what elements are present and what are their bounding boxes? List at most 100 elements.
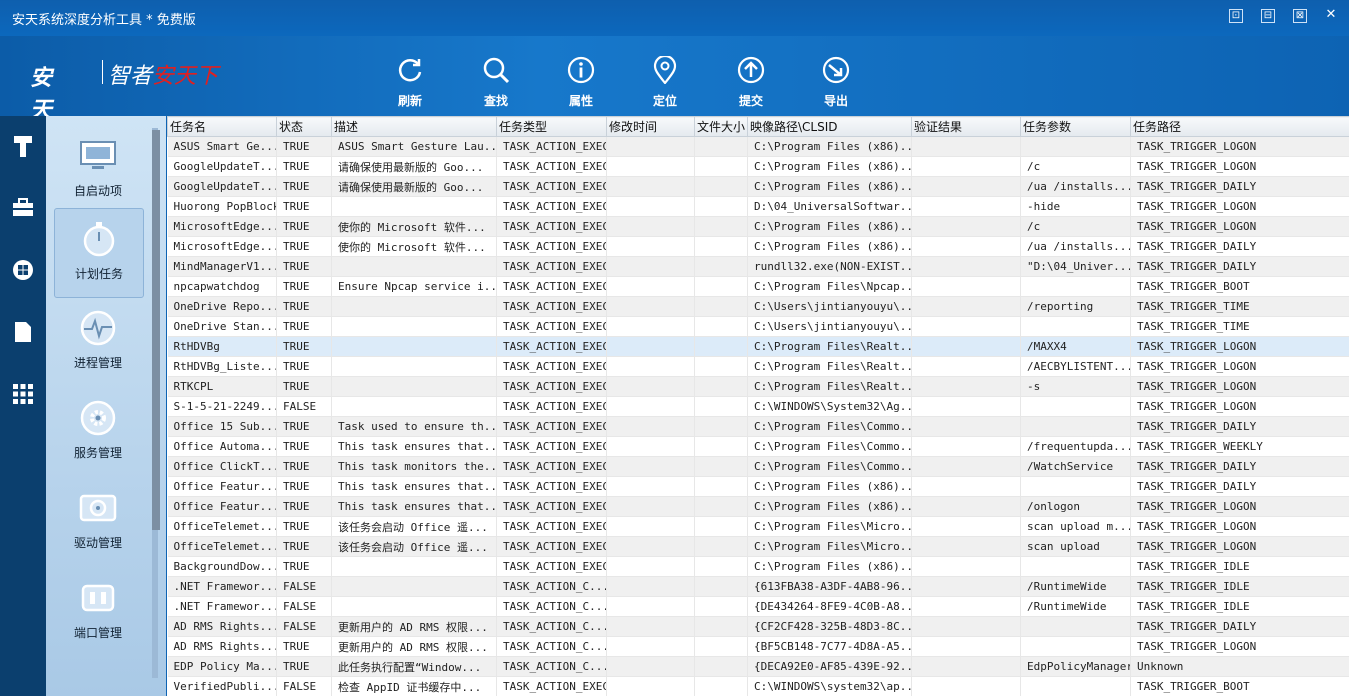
column-header[interactable]: 任务参数 [1020, 116, 1131, 137]
table-row[interactable]: MicrosoftEdge... TRUE 使你的 Microsoft 软件... T… [167, 236, 1349, 257]
grid-icon[interactable] [0, 374, 46, 414]
properties-button[interactable]: 属性 [551, 56, 611, 109]
nav-item-processes[interactable]: 进程管理 [54, 298, 142, 386]
table-cell [606, 516, 695, 537]
table-cell: TASK_ACTION_EXEC [496, 156, 607, 177]
column-header[interactable]: 状态 [276, 116, 332, 137]
menu-button[interactable]: ⊡ [1229, 9, 1243, 23]
nav-item-drivers[interactable]: 驱动管理 [54, 478, 142, 566]
refresh-button[interactable]: 刷新 [380, 56, 440, 109]
table-cell [911, 236, 1021, 257]
toolbox-icon[interactable] [0, 188, 46, 228]
table-cell: TRUE [276, 336, 332, 357]
table-row[interactable]: AD RMS Rights... FALSE 更新用户的 AD RMS 权限... T… [167, 616, 1349, 637]
table-cell [606, 196, 695, 217]
table-cell [911, 216, 1021, 237]
nav-item-ports[interactable]: 端口管理 [54, 568, 142, 656]
table-cell: TASK_TRIGGER_TIME [1130, 296, 1349, 317]
table-cell: TASK_ACTION_EXEC [496, 296, 607, 317]
table-cell: TRUE [276, 196, 332, 217]
nav-item-scheduled-tasks[interactable]: 计划任务 [54, 208, 144, 298]
table-row[interactable]: GoogleUpdateT... TRUE 请确保使用最新版的 Goo... TASK… [167, 176, 1349, 197]
table-cell: C:\Program Files (x86)... [747, 156, 912, 177]
table-row[interactable]: S-1-5-21-2249... FALSE TASK_ACTION_EXEC C:\… [167, 396, 1349, 417]
table-row[interactable]: Office Featur... TRUE This task ensures th… [167, 476, 1349, 497]
hammer-icon[interactable] [0, 126, 46, 166]
table-cell [1020, 556, 1131, 577]
column-header[interactable]: 修改时间 [606, 116, 695, 137]
nav-item-services[interactable]: 服务管理 [54, 388, 142, 476]
maximize-button[interactable]: ⊠ [1293, 9, 1307, 23]
table-row[interactable]: VerifiedPubli... FALSE 检查 AppID 证书缓存中... TA… [167, 676, 1349, 696]
table-cell [606, 216, 695, 237]
column-header[interactable]: 任务路径 [1130, 116, 1349, 137]
table-cell: TASK_ACTION_EXEC [496, 256, 607, 277]
nav-item-autostart[interactable]: 自启动项 [54, 126, 142, 214]
column-header[interactable]: 映像路径\CLSID [747, 116, 912, 137]
locate-button[interactable]: 定位 [635, 54, 695, 109]
table-cell: {BF5CB148-7C77-4D8A-A5... [747, 636, 912, 657]
table-row[interactable]: RTKCPL TRUE TASK_ACTION_EXEC C:\Program Fil… [167, 376, 1349, 397]
table-cell: TRUE [276, 656, 332, 677]
table-row[interactable]: MindManagerV1... TRUE TASK_ACTION_EXEC rund… [167, 256, 1349, 277]
table-cell [694, 296, 748, 317]
table-row[interactable]: Office 15 Sub... TRUE Task used to ensure … [167, 416, 1349, 437]
minimize-button[interactable]: ⊟ [1261, 9, 1275, 23]
table-cell: TASK_ACTION_EXEC [496, 516, 607, 537]
table-cell [911, 636, 1021, 657]
table-row[interactable]: .NET Framewor... FALSE TASK_ACTION_C... {DE… [167, 596, 1349, 617]
submit-button[interactable]: 提交 [721, 56, 781, 109]
table-row[interactable]: .NET Framewor... FALSE TASK_ACTION_C... {61… [167, 576, 1349, 597]
table-row[interactable]: BackgroundDow... TRUE TASK_ACTION_EXEC C:\P… [167, 556, 1349, 577]
table-row[interactable]: Huorong PopBlock TRUE TASK_ACTION_EXEC D:\0… [167, 196, 1349, 217]
table-row[interactable]: OfficeTelemet... TRUE 该任务会启动 Office 遥... TA… [167, 536, 1349, 557]
table-cell: TASK_TRIGGER_DAILY [1130, 256, 1349, 277]
table-cell [694, 596, 748, 617]
table-row[interactable]: Office Automa... TRUE This task ensures th… [167, 436, 1349, 457]
close-button[interactable]: ✕ [1325, 8, 1337, 21]
table-cell [694, 656, 748, 677]
table-cell [911, 616, 1021, 637]
table-row[interactable]: OneDrive Repo... TRUE TASK_ACTION_EXEC C:\U… [167, 296, 1349, 317]
table-row[interactable]: RtHDVBg_Liste... TRUE TASK_ACTION_EXEC C:\P… [167, 356, 1349, 377]
table-cell: TRUE [276, 136, 332, 157]
table-cell [606, 536, 695, 557]
column-header[interactable]: 任务名 [167, 116, 277, 137]
column-header[interactable]: 描述 [331, 116, 497, 137]
logo-mark: 安天 [30, 66, 52, 123]
document-icon[interactable] [0, 312, 46, 352]
table-row[interactable]: EDP Policy Ma... TRUE 此任务执行配置“Window... TAS… [167, 656, 1349, 677]
table-cell [606, 636, 695, 657]
column-header[interactable]: 任务类型 [496, 116, 607, 137]
table-cell [606, 656, 695, 677]
table-row[interactable]: GoogleUpdateT... TRUE 请确保使用最新版的 Goo... TASK… [167, 156, 1349, 177]
pulse-icon [80, 310, 116, 346]
table-row[interactable]: Office ClickT... TRUE This task monitors t… [167, 456, 1349, 477]
table-header: 任务名 状态 描述 任务类型 修改时间 文件大小 映像路径\CLSID 验证结果 任务参数 任务路… [167, 116, 1349, 137]
table-cell: FALSE [276, 396, 332, 417]
table-cell: scan upload [1020, 536, 1131, 557]
table-cell [1020, 316, 1131, 337]
table-row[interactable]: Office Featur... TRUE This task ensures th… [167, 496, 1349, 517]
column-header[interactable]: 验证结果 [911, 116, 1021, 137]
table-row[interactable]: RtHDVBg TRUE TASK_ACTION_EXEC C:\Program Fi… [167, 336, 1349, 357]
table-row[interactable]: ASUS Smart Ge... TRUE ASUS Smart Gesture L… [167, 136, 1349, 157]
table-row[interactable]: OfficeTelemet... TRUE 该任务会启动 Office 遥... TA… [167, 516, 1349, 537]
table-cell: {613FBA38-A3DF-4AB8-96... [747, 576, 912, 597]
table-row[interactable]: MicrosoftEdge... TRUE 使你的 Microsoft 软件... T… [167, 216, 1349, 237]
table-cell [694, 496, 748, 517]
table-cell [911, 156, 1021, 177]
windows-icon[interactable] [0, 250, 46, 290]
table-row[interactable]: AD RMS Rights... TRUE 更新用户的 AD RMS 权限... TA… [167, 636, 1349, 657]
export-button[interactable]: 导出 [806, 56, 866, 109]
table-cell: TASK_TRIGGER_DAILY [1130, 236, 1349, 257]
table-row[interactable]: npcapwatchdog TRUE Ensure Npcap service i.… [167, 276, 1349, 297]
search-button[interactable]: 查找 [466, 56, 526, 109]
table-cell: Task used to ensure th... [331, 416, 497, 437]
table-cell: TASK_TRIGGER_IDLE [1130, 576, 1349, 597]
column-header[interactable]: 文件大小 [694, 116, 748, 137]
table-row[interactable]: OneDrive Stan... TRUE TASK_ACTION_EXEC C:\U… [167, 316, 1349, 337]
nav-scrollbar[interactable] [150, 120, 160, 692]
table-cell: TRUE [276, 436, 332, 457]
table-cell: TASK_ACTION_C... [496, 656, 607, 677]
